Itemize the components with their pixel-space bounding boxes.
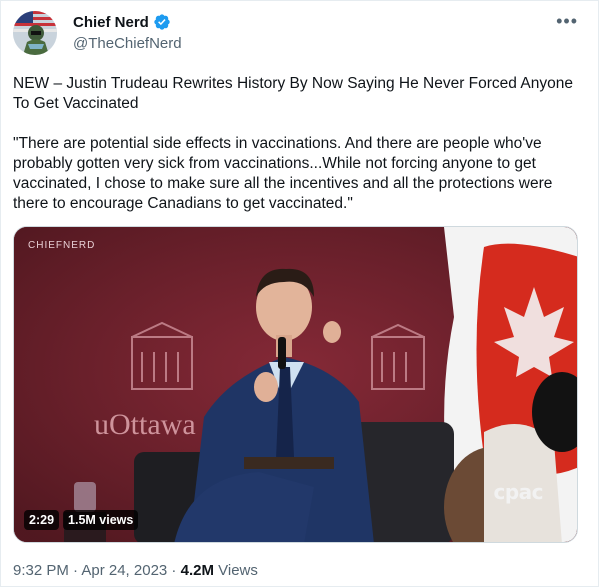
avatar[interactable] xyxy=(13,11,57,55)
tweet-headline: NEW – Justin Trudeau Rewrites History By… xyxy=(13,75,577,112)
tweet-card: Chief Nerd @TheChiefNerd ••• NEW – Justi… xyxy=(0,0,599,587)
broadcaster-logo: cpac xyxy=(493,480,543,504)
meta-separator: · xyxy=(167,562,181,579)
tweet-view-label: Views xyxy=(213,562,258,579)
video-duration-badge: 2:29 xyxy=(24,510,60,530)
tweet-view-count: 4.2M xyxy=(180,562,214,579)
tweet-meta: 9:32 PM · Apr 24, 2023 · 4.2M Views xyxy=(13,562,258,579)
video-watermark: CHIEFNERD xyxy=(28,240,96,251)
video-badges: 2:29 1.5M views xyxy=(24,510,139,530)
tweet-timestamp[interactable]: 9:32 PM · Apr 24, 2023 xyxy=(13,562,167,579)
author-handle[interactable]: @TheChiefNerd xyxy=(73,35,182,52)
tweet-quote: "There are potential side effects in vac… xyxy=(13,135,557,212)
video-views-badge: 1.5M views xyxy=(63,510,139,530)
author-name-row[interactable]: Chief Nerd xyxy=(73,13,171,31)
author-display-name[interactable]: Chief Nerd xyxy=(73,14,149,31)
verified-badge-icon xyxy=(154,14,170,30)
video-player[interactable]: uOttawa CHIEFNERD cpac 2:29 1.5M views xyxy=(13,226,578,543)
more-options-icon[interactable]: ••• xyxy=(556,11,578,32)
backdrop-logo-text: uOttawa xyxy=(94,408,196,441)
avatar-image xyxy=(13,11,57,55)
